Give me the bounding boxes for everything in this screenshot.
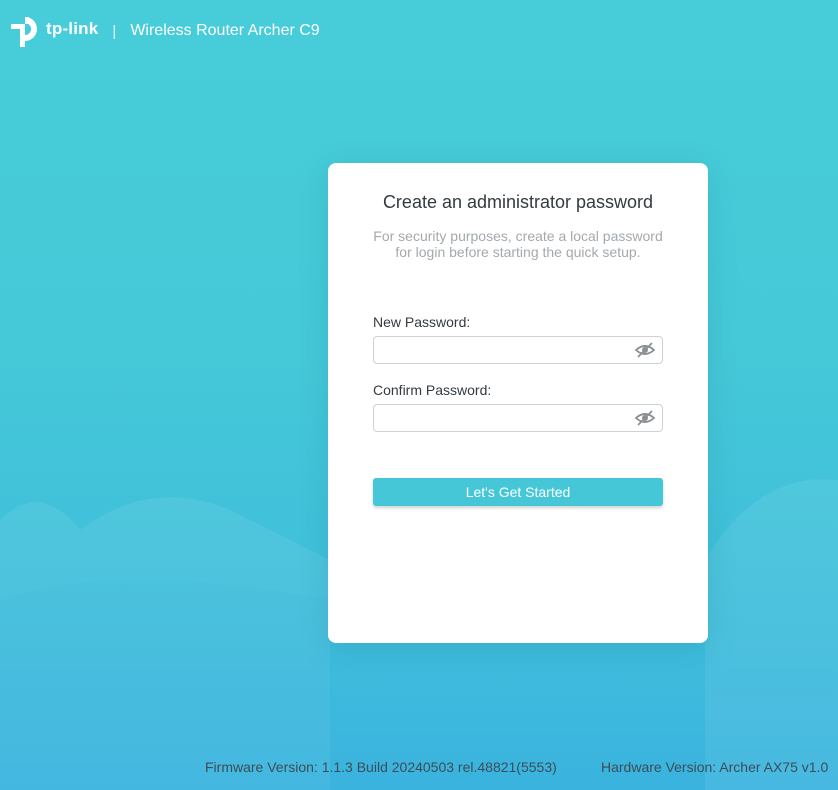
tp-link-logo[interactable]: tp-link	[6, 13, 98, 49]
logo-text: tp-link	[46, 19, 99, 38]
confirm-password-field[interactable]	[373, 404, 663, 432]
firmware-version: Firmware Version: 1.1.3 Build 20240503 r…	[205, 759, 557, 775]
confirm-password-input[interactable]	[374, 405, 624, 431]
header-separator: |	[112, 22, 117, 40]
eye-slash-icon[interactable]	[634, 341, 656, 359]
confirm-password-label: Confirm Password:	[373, 382, 492, 398]
hardware-version: Hardware Version: Archer AX75 v1.0	[601, 759, 829, 775]
new-password-label: New Password:	[373, 314, 471, 330]
eye-slash-icon[interactable]	[634, 409, 656, 427]
tp-link-logo-icon	[11, 17, 37, 47]
card-subtitle: For security purposes, create a local pa…	[368, 228, 668, 260]
card-subtitle-line2: for login before starting the quick setu…	[395, 244, 641, 260]
card-subtitle-line1: For security purposes, create a local pa…	[373, 228, 663, 244]
card-title: Create an administrator password	[382, 192, 654, 212]
password-card: Create an administrator password For sec…	[328, 163, 708, 643]
new-password-field[interactable]	[373, 336, 663, 364]
header: tp-link | Wireless Router Archer C9	[6, 13, 320, 49]
new-password-input[interactable]	[374, 337, 624, 363]
lets-get-started-button[interactable]: Let's Get Started	[373, 478, 663, 506]
header-title: Wireless Router Archer C9	[130, 22, 320, 39]
